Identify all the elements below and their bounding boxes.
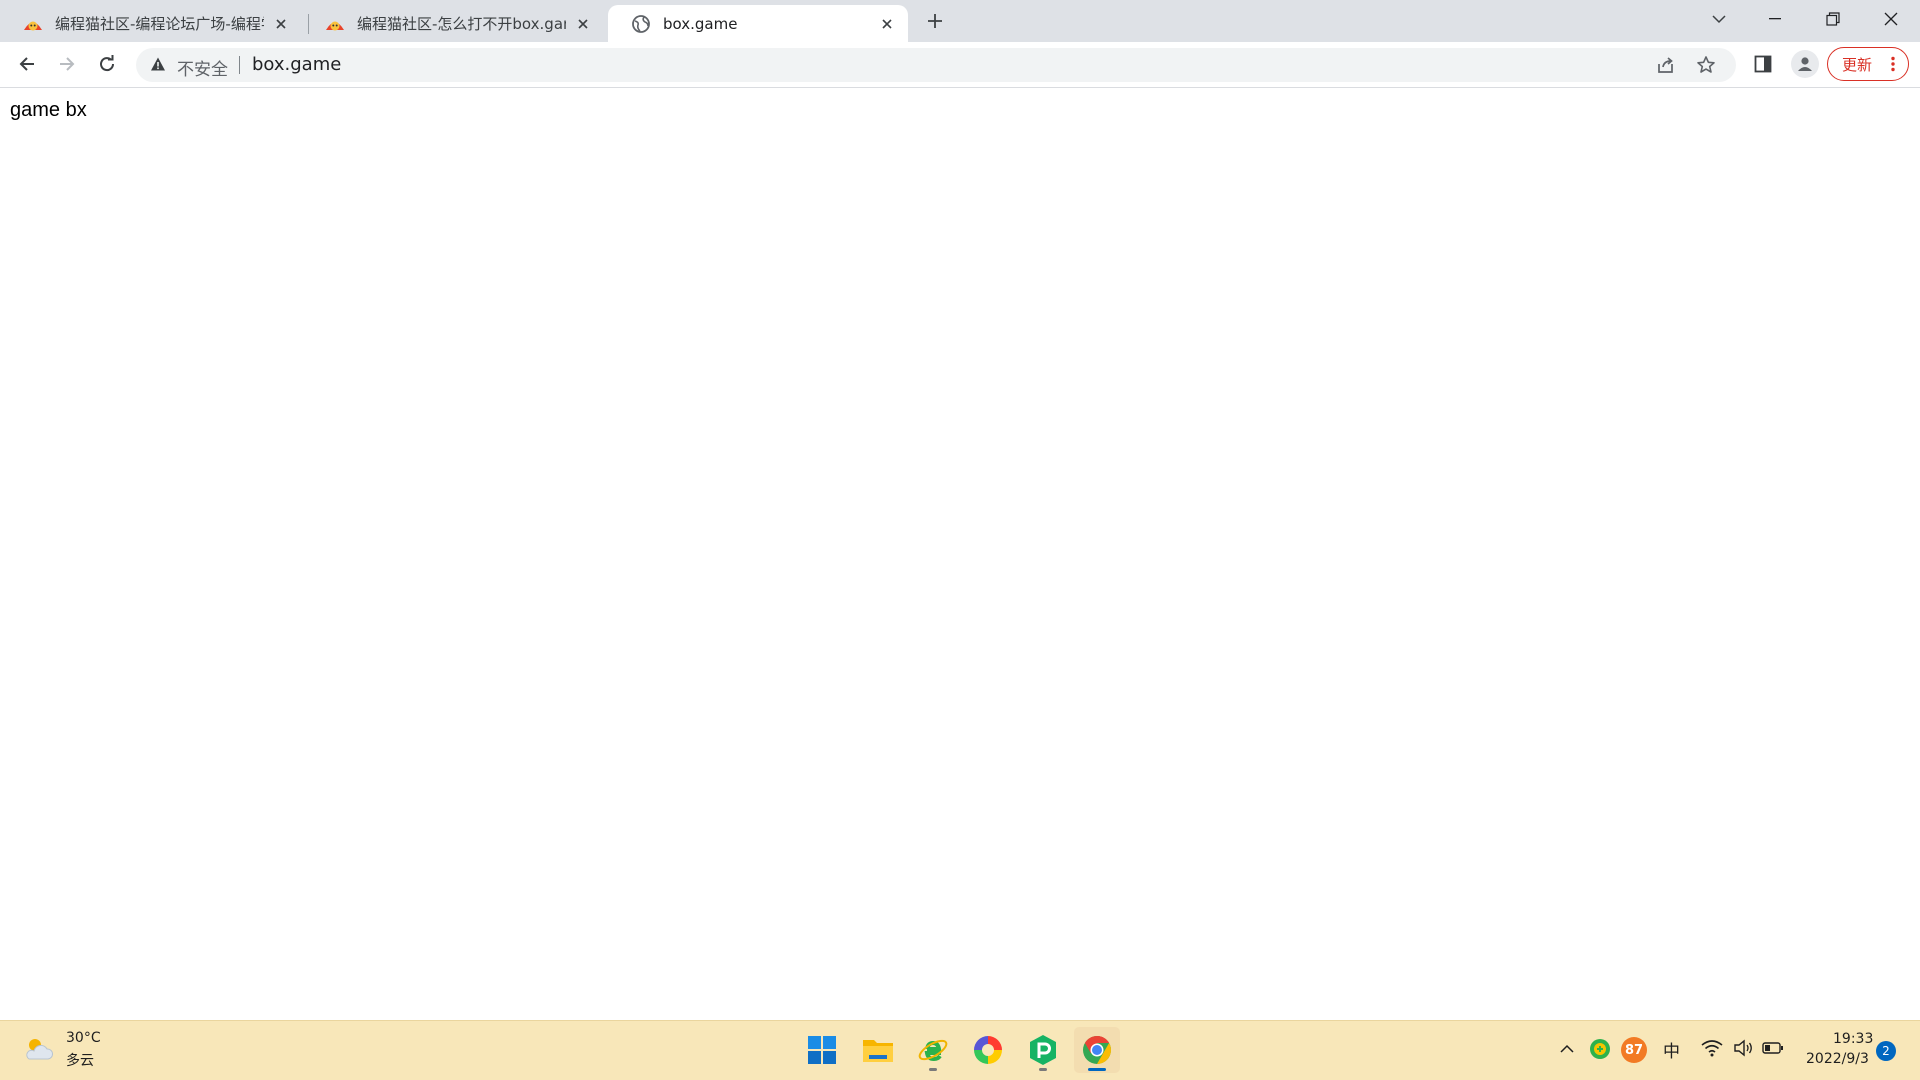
color-ring-icon: [974, 1036, 1002, 1064]
security-status-label[interactable]: 不安全: [177, 55, 228, 80]
notification-count-badge[interactable]: 2: [1876, 1041, 1896, 1061]
more-vertical-icon: [1891, 56, 1895, 72]
share-icon[interactable]: [1656, 55, 1676, 75]
divider: [239, 56, 240, 74]
green-hexagon-icon: [1030, 1035, 1056, 1065]
volume-icon[interactable]: [1733, 1039, 1753, 1057]
close-icon[interactable]: [876, 13, 898, 35]
forward-button[interactable]: [50, 47, 84, 81]
tab-2[interactable]: 编程猫社区-怎么打不开box.game: [302, 5, 604, 42]
chrome-button[interactable]: [1074, 1027, 1120, 1073]
tray-badge-icon[interactable]: 87: [1621, 1037, 1647, 1063]
page-body-text: game bx: [10, 99, 87, 121]
close-icon: [1884, 12, 1898, 26]
tab-title: box.game: [663, 14, 738, 33]
weather-description[interactable]: 多云: [66, 1050, 94, 1070]
address-bar[interactable]: 不安全 box.game: [136, 48, 1736, 82]
security-shield-tray-icon[interactable]: [1589, 1038, 1611, 1060]
new-tab-button[interactable]: [916, 8, 954, 34]
colorful-app-button[interactable]: [965, 1027, 1011, 1073]
green-app-button[interactable]: [1020, 1027, 1066, 1073]
update-button[interactable]: 更新: [1827, 47, 1909, 81]
ie-e-icon: [918, 1039, 948, 1062]
url-text[interactable]: box.game: [252, 54, 341, 75]
close-icon[interactable]: [270, 13, 292, 35]
update-label: 更新: [1842, 55, 1873, 74]
chevron-down-icon: [1712, 15, 1726, 24]
restore-button[interactable]: [1808, 0, 1858, 38]
input-method-indicator[interactable]: 中: [1663, 1037, 1680, 1062]
minimize-icon: [1769, 18, 1781, 20]
browser-toolbar: 不安全 box.game 更新: [0, 42, 1920, 88]
chevron-up-icon[interactable]: [1560, 1039, 1574, 1059]
codemao-favicon-icon: [24, 21, 42, 30]
plus-icon: [928, 14, 942, 28]
battery-icon[interactable]: [1762, 1039, 1784, 1057]
running-indicator: [929, 1068, 937, 1071]
minimize-button[interactable]: [1750, 0, 1800, 38]
tab-search-button[interactable]: [1694, 0, 1744, 38]
codemao-favicon-icon: [326, 21, 344, 30]
close-window-button[interactable]: [1866, 0, 1916, 38]
person-icon: [1798, 57, 1812, 71]
arrow-right-icon: [60, 57, 75, 71]
tab-title: 编程猫社区-编程论坛广场-编程学: [55, 15, 264, 33]
tab-1[interactable]: 编程猫社区-编程论坛广场-编程学: [0, 5, 302, 42]
running-indicator: [1039, 1068, 1047, 1071]
clock-time[interactable]: 19:33: [1833, 1031, 1873, 1047]
arrow-left-icon: [19, 57, 34, 71]
globe-icon: [632, 14, 650, 33]
file-explorer-button[interactable]: [855, 1027, 901, 1073]
warning-icon[interactable]: [150, 56, 166, 72]
tab-strip: 编程猫社区-编程论坛广场-编程学 编程猫社区-怎么打不开box.game box…: [0, 0, 1920, 42]
chrome-icon: [1083, 1036, 1111, 1064]
tab-title: 编程猫社区-怎么打不开box.game: [357, 15, 566, 33]
close-icon[interactable]: [572, 13, 594, 35]
bookmark-star-icon[interactable]: [1696, 55, 1716, 75]
side-panel-icon[interactable]: [1754, 54, 1772, 74]
wifi-icon[interactable]: [1701, 1039, 1723, 1057]
ie-browser-button[interactable]: [910, 1027, 956, 1073]
reload-button[interactable]: [90, 47, 124, 81]
partly-cloudy-icon[interactable]: [22, 1034, 54, 1064]
active-indicator: [1088, 1068, 1106, 1071]
windows-taskbar: 30°C 多云 87 中 19:33 2022/9/3 2: [0, 1020, 1920, 1080]
start-button[interactable]: [799, 1027, 845, 1073]
folder-icon: [863, 1040, 893, 1062]
clock-date[interactable]: 2022/9/3: [1806, 1051, 1869, 1067]
tab-3-active[interactable]: box.game: [608, 5, 908, 42]
profile-avatar[interactable]: [1791, 50, 1819, 78]
windows-logo-icon: [808, 1036, 836, 1064]
weather-temperature[interactable]: 30°C: [66, 1030, 101, 1046]
reload-icon: [100, 55, 115, 72]
back-button[interactable]: [10, 47, 44, 81]
restore-icon: [1826, 12, 1840, 26]
